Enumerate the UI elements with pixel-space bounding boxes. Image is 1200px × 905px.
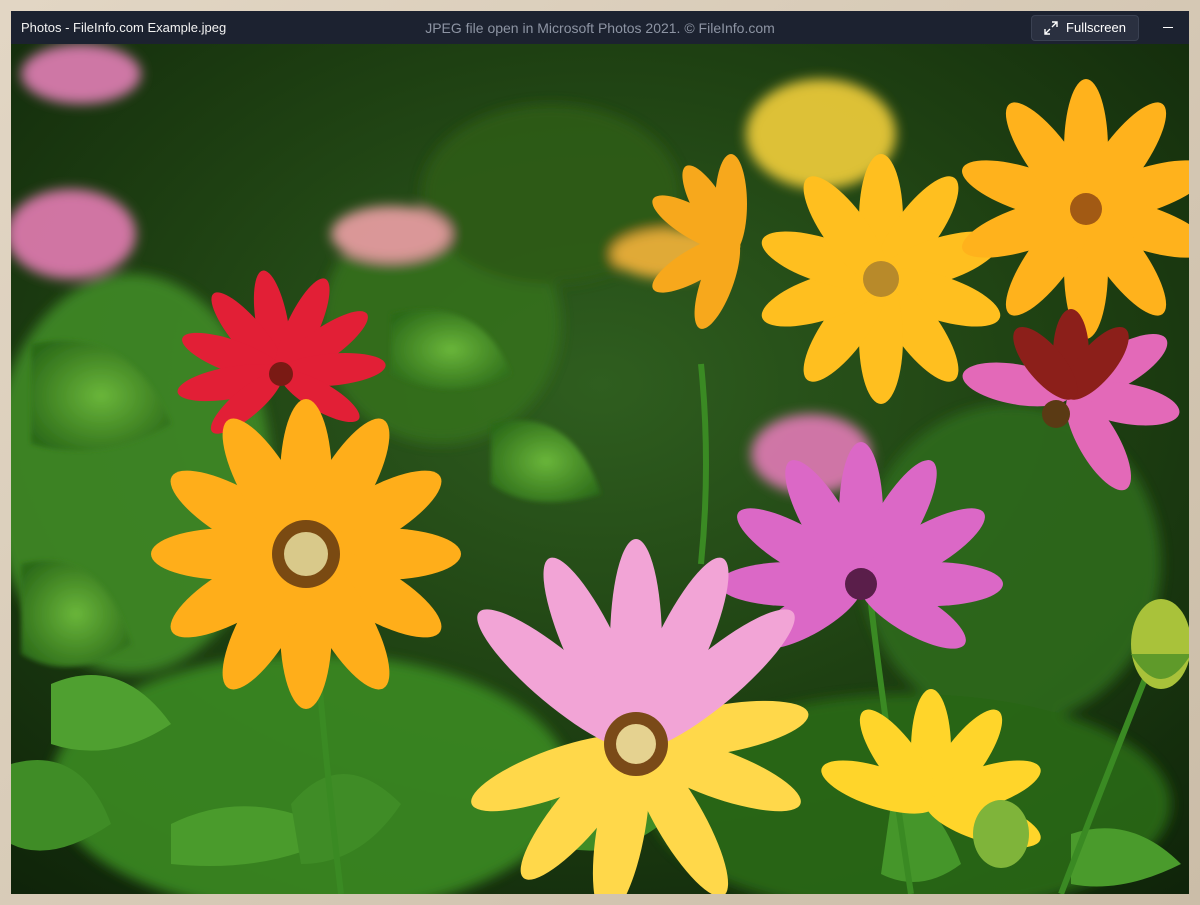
fullscreen-label: Fullscreen (1066, 20, 1126, 35)
photo-frame: Photos - FileInfo.com Example.jpeg JPEG … (0, 0, 1200, 905)
photos-app-window: Photos - FileInfo.com Example.jpeg JPEG … (11, 11, 1189, 894)
minimize-icon[interactable] (1157, 17, 1179, 39)
photo-canvas[interactable] (11, 44, 1189, 894)
fullscreen-button[interactable]: Fullscreen (1031, 14, 1139, 41)
title-bar[interactable]: Photos - FileInfo.com Example.jpeg JPEG … (11, 11, 1189, 44)
window-title: Photos - FileInfo.com Example.jpeg (21, 20, 227, 35)
expand-arrows-icon (1044, 20, 1058, 35)
flower-photo (11, 44, 1189, 894)
